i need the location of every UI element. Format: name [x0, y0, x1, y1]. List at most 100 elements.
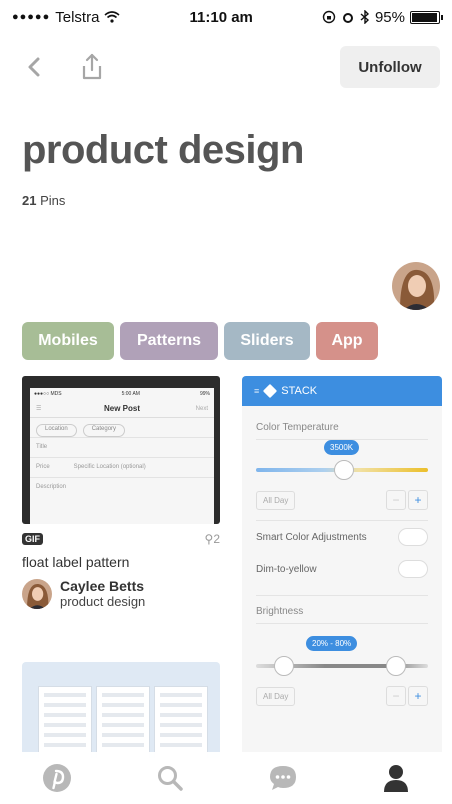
menu-icon: ≡ — [254, 386, 260, 396]
pin-icon: ⚲ — [204, 532, 214, 546]
alarm-icon — [342, 13, 353, 23]
preview-title: New Post — [103, 404, 140, 413]
mini-screen — [96, 686, 150, 758]
toggle-switch — [398, 528, 428, 546]
pin-meta: GIF ⚲2 — [22, 532, 220, 546]
chip-mobiles[interactable]: Mobiles — [22, 322, 114, 360]
smart-color-label: Smart Color Adjustments — [256, 531, 367, 543]
preview-title-field: Title — [36, 444, 48, 450]
page-title: product design — [22, 128, 304, 172]
board-owner-avatar[interactable] — [392, 262, 440, 310]
pinner-avatar — [22, 578, 52, 609]
pin-image-stack[interactable]: ≡ STACK Color Temperature 3500K All Day … — [242, 376, 442, 758]
mini-screen — [38, 686, 92, 758]
pin-count-label: Pins — [40, 193, 66, 208]
smart-color-row: Smart Color Adjustments — [256, 521, 428, 553]
dim-to-yellow-label: Dim-to-yellow — [256, 563, 317, 575]
person-icon — [383, 765, 408, 792]
pinterest-icon — [42, 764, 71, 792]
menu-icon: ☰ — [36, 406, 42, 412]
stack-logo-icon — [263, 383, 278, 399]
search-tab[interactable] — [150, 758, 190, 798]
preview-row: Location Category — [30, 418, 214, 438]
stack-header: ≡ STACK — [242, 376, 442, 406]
pin-description: float label pattern — [22, 554, 130, 570]
minus-icon: − — [386, 686, 406, 706]
bluetooth-icon — [360, 10, 369, 24]
signal-icon: ●●●●● — [12, 11, 51, 23]
preview-specific-location: Specific Location (optional) — [73, 464, 146, 470]
chat-icon — [269, 766, 296, 790]
tab-bar — [0, 752, 452, 804]
all-day-button: All Day — [256, 490, 296, 510]
unfollow-button[interactable]: Unfollow — [340, 46, 440, 88]
share-icon[interactable] — [78, 52, 106, 82]
preview-row: Price Specific Location (optional) — [30, 458, 214, 478]
plus-icon: + — [408, 686, 428, 706]
toggle-switch — [398, 560, 428, 578]
top-nav: Unfollow — [0, 46, 452, 88]
preview-description: Description — [36, 484, 67, 490]
battery-percent: 95% — [374, 8, 405, 26]
temperature-controls: All Day − + — [256, 490, 428, 510]
slider-knob — [386, 656, 406, 676]
color-temperature-label: Color Temperature — [256, 422, 339, 433]
pinner-name: Caylee Betts — [60, 578, 145, 594]
status-right: 95% — [322, 8, 443, 26]
brightness-controls: All Day − + — [256, 686, 428, 706]
pin-count-number: 21 — [22, 193, 37, 208]
preview-price: Price — [36, 464, 50, 470]
wifi-icon — [104, 11, 120, 23]
preview-row: Description — [30, 478, 214, 498]
brightness-label: Brightness — [256, 606, 304, 617]
preview-location: Location — [36, 424, 77, 437]
preview-battery: 99% — [199, 391, 210, 397]
avatar-image — [392, 262, 440, 310]
brightness-slider: 20% - 80% — [256, 636, 428, 676]
preview-next: Next — [195, 406, 208, 412]
brightness-tooltip: 20% - 80% — [306, 636, 358, 651]
slider-knob — [334, 460, 354, 480]
battery-fill — [412, 12, 437, 22]
pin-image[interactable]: ●●●○○ MDS 5:00 AM 99% ☰ New Post Next Locati… — [22, 376, 220, 524]
preview-time: 5:00 AM — [121, 391, 140, 397]
mini-screen — [154, 686, 208, 758]
chevron-left-icon[interactable] — [22, 54, 48, 80]
preview-category: Category — [82, 424, 126, 437]
carrier: Telstra — [55, 8, 100, 26]
stepper: − + — [386, 686, 428, 706]
divider — [256, 623, 428, 624]
preview-carrier: ●●●○○ MDS — [34, 391, 62, 397]
status-time: 11:10 am — [189, 8, 253, 26]
search-icon — [157, 766, 183, 791]
plus-icon: + — [408, 490, 428, 510]
preview-row: Title — [30, 438, 214, 458]
chip-app[interactable]: App — [316, 322, 378, 360]
pin-image-partial[interactable] — [22, 662, 220, 758]
chip-patterns[interactable]: Patterns — [120, 322, 218, 360]
messages-tab[interactable] — [263, 758, 303, 798]
preview-status: ●●●○○ MDS 5:00 AM 99% — [30, 388, 214, 400]
stack-app-name: STACK — [281, 385, 318, 397]
all-day-button: All Day — [256, 686, 296, 706]
temperature-tooltip: 3500K — [324, 440, 360, 455]
status-bar: ●●●●● Telstra 11:10 am 95% — [0, 0, 452, 34]
repin-number: 2 — [213, 532, 220, 546]
lock-rotation-icon — [322, 10, 336, 24]
pinner-info[interactable]: Caylee Betts product design — [22, 578, 220, 609]
battery-icon — [410, 10, 443, 24]
pin-card: ●●●○○ MDS 5:00 AM 99% ☰ New Post Next Locati… — [22, 376, 220, 609]
preview-header: ☰ New Post Next — [30, 400, 214, 418]
home-tab[interactable] — [37, 758, 77, 798]
slider-knob — [274, 656, 294, 676]
repin-count: ⚲2 — [205, 532, 220, 546]
pin-count: 21 Pins — [22, 193, 65, 208]
gif-badge: GIF — [22, 533, 43, 545]
phone-preview: ●●●○○ MDS 5:00 AM 99% ☰ New Post Next Locati… — [30, 388, 214, 524]
profile-tab[interactable] — [376, 758, 416, 798]
dim-to-yellow-row: Dim-to-yellow — [256, 553, 428, 585]
stepper: − + — [386, 490, 428, 510]
chip-sliders[interactable]: Sliders — [224, 322, 310, 360]
temperature-slider: 3500K — [256, 440, 428, 480]
status-left: ●●●●● Telstra — [12, 9, 120, 26]
